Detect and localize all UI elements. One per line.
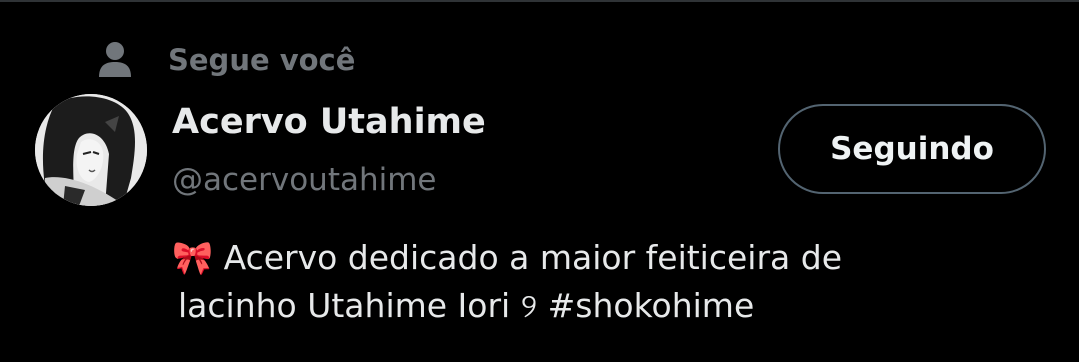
avatar[interactable] — [35, 94, 147, 206]
user-bio: 🎀 Acervo dedicado a maior feiticeira de … — [172, 234, 1032, 330]
bio-line-2: lacinho Utahime Iori ୨ #shokohime — [172, 282, 1032, 330]
bio-line-1: 🎀 Acervo dedicado a maior feiticeira de — [172, 238, 842, 277]
bio-line-2-text: lacinho Utahime Iori — [178, 286, 521, 325]
user-handle[interactable]: @acervoutahime — [172, 158, 437, 202]
person-icon — [92, 38, 138, 82]
bio-symbol: ୨ — [520, 286, 538, 325]
follows-you-label: Segue você — [168, 43, 356, 77]
avatar-image — [35, 94, 147, 206]
following-button[interactable]: Seguindo — [778, 104, 1046, 194]
top-divider — [0, 0, 1079, 2]
hashtag-link[interactable]: #shokohime — [548, 286, 755, 325]
follows-you-indicator: Segue você — [92, 38, 355, 82]
display-name[interactable]: Acervo Utahime — [172, 98, 486, 146]
